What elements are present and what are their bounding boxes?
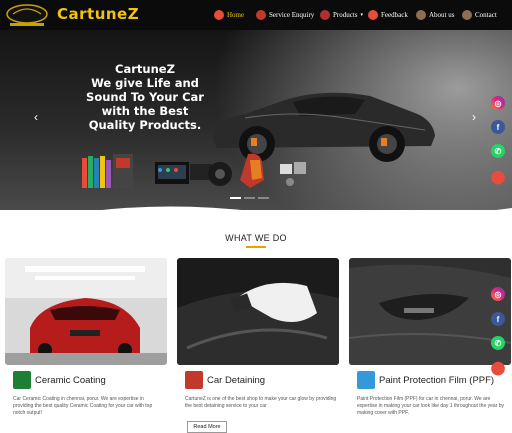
card-title-text: Car Detaining [207,374,266,386]
card-title-detailing: Car Detaining [185,371,265,389]
nav-products[interactable]: Products ▾ [320,8,363,22]
hero-line2: We give Life and Sound To Your Car with … [86,76,204,132]
read-more-button[interactable]: Read More [187,421,227,433]
location-icon[interactable]: ⬤ [491,169,506,184]
ceramic-coating-image [5,258,167,365]
nav-contact-label: Contact [475,11,497,19]
about-icon [416,10,426,20]
whatsapp-icon[interactable]: ✆ [491,144,505,158]
service-card-detailing[interactable]: Car Detaining CartuneZ is one of the bes… [177,258,339,433]
car-detailing-icon [185,371,203,389]
location-icon[interactable]: ⬤ [491,360,506,375]
nav-feedback[interactable]: Feedback [368,8,408,22]
nav-feedback-label: Feedback [381,11,408,19]
products-strip-image [82,153,306,188]
chevron-down-icon: ▾ [360,13,364,18]
carousel-next-icon[interactable]: › [472,110,476,124]
hero-line1: CartuneZ [115,62,175,76]
card-title-text: Paint Protection Film (PPF) [379,374,495,386]
ppf-image [349,258,511,365]
products-icon [320,10,330,20]
card-desc-ppf: Paint Protection Film (PPF) for car in c… [357,396,505,416]
ceramic-coating-icon [13,371,31,389]
top-navbar: CartuneZ Home Service Enquiry Products ▾… [0,0,512,30]
card-title-ppf: Paint Protection Film (PPF) [357,371,494,389]
nav-contact[interactable]: Contact [462,8,497,22]
home-icon [214,10,224,20]
facebook-icon[interactable]: f [491,312,505,326]
whatsapp-icon[interactable]: ✆ [491,336,505,350]
hero-carousel[interactable]: CartuneZ We give Life and Sound To Your … [0,30,512,210]
car-detailing-image [177,258,339,365]
nav-products-label: Products [333,11,358,19]
car-icon [256,10,266,20]
card-desc-detailing: CartuneZ is one of the best shop to make… [185,396,337,409]
section-underline [246,246,266,248]
cartunez-logo-icon[interactable] [4,2,50,28]
card-title-ceramic: Ceramic Coating [13,371,106,389]
brand-name[interactable]: CartuneZ [57,5,139,23]
instagram-icon[interactable]: ◎ [491,96,505,110]
carousel-prev-icon[interactable]: ‹ [34,110,38,124]
nav-service-label: Service Enquiry [269,11,315,19]
service-card-ppf[interactable]: Paint Protection Film (PPF) Paint Protec… [349,258,511,433]
nav-service-enquiry[interactable]: Service Enquiry [256,8,314,22]
feedback-icon [368,10,378,20]
service-card-ceramic[interactable]: Ceramic Coating Car Ceramic Coating in c… [5,258,167,433]
ppf-icon [357,371,375,389]
nav-home[interactable]: Home [214,8,244,22]
card-title-text: Ceramic Coating [35,374,106,386]
contact-icon [462,10,472,20]
card-desc-ceramic: Car Ceramic Coating in chennai, porur. W… [13,396,153,416]
instagram-icon[interactable]: ◎ [491,287,505,301]
facebook-icon[interactable]: f [491,120,505,134]
hero-headline: CartuneZ We give Life and Sound To Your … [80,62,210,132]
nav-about[interactable]: About us [416,8,454,22]
nav-about-label: About us [429,11,455,19]
nav-home-label: Home [227,11,245,19]
section-title: WHAT WE DO [225,233,287,243]
